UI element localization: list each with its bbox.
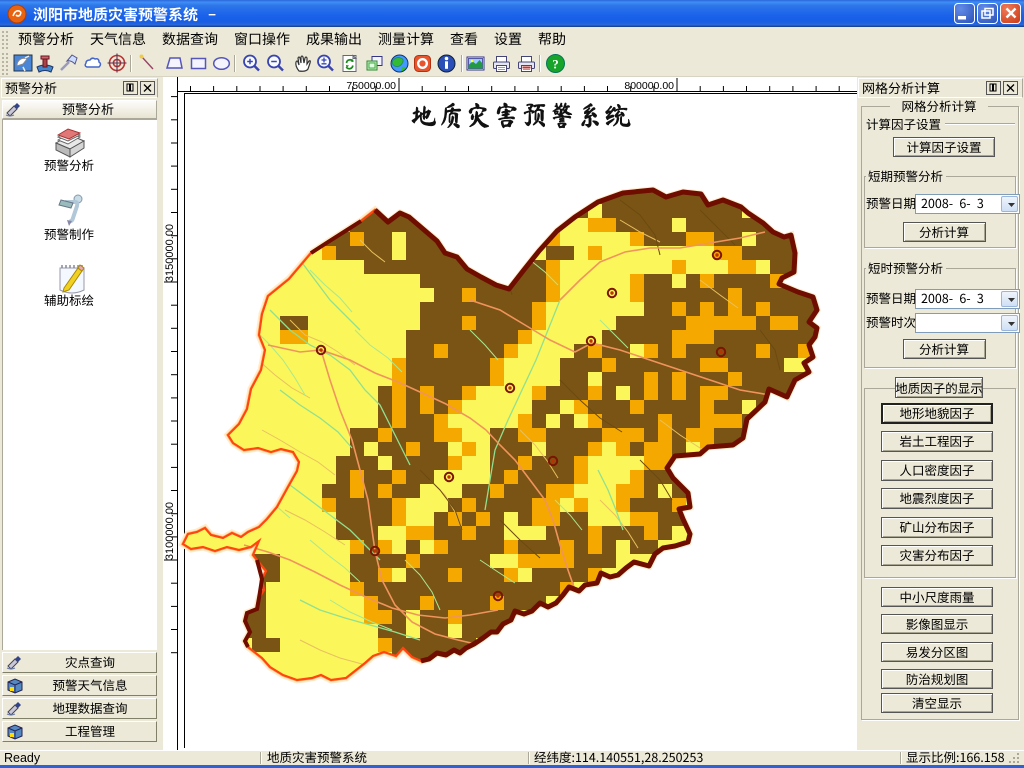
svg-text:3150000.00: 3150000.00 — [164, 224, 176, 282]
svg-text:?: ? — [552, 57, 559, 72]
svg-text:3100000.00: 3100000.00 — [164, 502, 176, 560]
svg-text:800000.00: 800000.00 — [624, 80, 674, 92]
svg-text:750000.00: 750000.00 — [346, 80, 396, 92]
